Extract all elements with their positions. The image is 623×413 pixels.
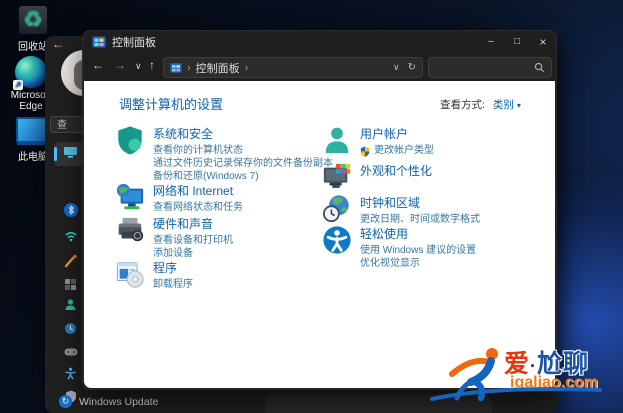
category-title-clock-region[interactable]: 时钟和区域 xyxy=(360,194,480,211)
search-box[interactable] xyxy=(428,57,552,78)
breadcrumb-control-panel-icon xyxy=(170,62,182,73)
personalization-brush-icon[interactable] xyxy=(63,253,78,268)
category-programs: 程序 卸载程序 xyxy=(115,259,193,291)
view-by-caret-icon: ▾ xyxy=(516,101,521,110)
control-panel-content: 调整计算机的设置 查看方式: 类别 ▾ 系统和安全 查看你的计算机状态 通过文件历… xyxy=(84,81,555,388)
windows-update-icon: ↻ xyxy=(59,395,72,408)
shortcut-arrow-icon: ↗ xyxy=(13,80,23,90)
task-link[interactable]: 通过文件历史记录保存你的文件备份副本 xyxy=(153,158,333,170)
ease-of-access-icon xyxy=(322,225,352,255)
refresh-icon[interactable]: ↻ xyxy=(408,62,416,73)
personalization-monitor-icon xyxy=(322,162,352,192)
uac-shield-icon xyxy=(360,146,370,157)
back-button[interactable]: ← xyxy=(92,58,104,72)
settings-nav-windows-update[interactable]: ↻ Windows Update xyxy=(59,395,158,408)
task-link[interactable]: 使用 Windows 建议的设置 xyxy=(360,245,476,257)
category-appearance-personalization: 外观和个性化 xyxy=(322,162,432,192)
page-title: 调整计算机的设置 xyxy=(119,97,224,112)
desktop: ♻ 回收站 ↗ Microsoft Edge 此电脑 ← 查 ↻ Windows… xyxy=(0,0,623,413)
accounts-person-icon[interactable] xyxy=(63,297,78,312)
forward-button[interactable]: → xyxy=(114,58,126,72)
control-panel-search-input[interactable] xyxy=(435,61,534,74)
task-link[interactable]: 卸载程序 xyxy=(153,279,193,291)
title-bar: 控制面板 – □ × xyxy=(83,31,556,53)
category-network-internet: 网络和 Internet 查看网络状态和任务 xyxy=(115,182,243,214)
category-title-programs[interactable]: 程序 xyxy=(153,259,193,276)
category-ease-of-access: 轻松使用 使用 Windows 建议的设置 优化视觉显示 xyxy=(322,225,476,270)
programs-disc-icon xyxy=(115,259,145,289)
windows-update-label: Windows Update xyxy=(79,395,159,408)
crumb-chevron-icon[interactable]: › xyxy=(245,62,249,74)
clock-globe-icon xyxy=(322,194,352,224)
category-title-network[interactable]: 网络和 Internet xyxy=(153,182,243,199)
apps-grid-icon[interactable] xyxy=(63,277,78,292)
task-link[interactable]: 查看设备和打印机 xyxy=(153,235,233,247)
gaming-gamepad-icon[interactable] xyxy=(63,344,78,359)
category-user-accounts: 用户帐户 更改帐户类型 xyxy=(322,125,434,157)
control-panel-window: 控制面板 – □ × ← → ∨ ↑ › 控制面板 › ∨ ↻ 调整计算机的设置… xyxy=(82,30,557,390)
accessibility-person-icon[interactable] xyxy=(63,366,78,381)
view-by-control: 查看方式: 类别 ▾ xyxy=(440,97,521,112)
user-accounts-person-icon xyxy=(322,125,352,155)
category-title-ease-of-access[interactable]: 轻松使用 xyxy=(360,225,476,242)
window-title: 控制面板 xyxy=(112,37,156,49)
address-dropdown-chevron-icon[interactable]: ∨ xyxy=(393,62,400,73)
printer-icon xyxy=(115,215,145,245)
up-button[interactable]: ↑ xyxy=(149,58,155,72)
task-link[interactable]: 查看网络状态和任务 xyxy=(153,202,243,214)
control-panel-app-icon xyxy=(92,36,106,48)
view-by-label: 查看方式: xyxy=(440,99,485,111)
category-title-system-security[interactable]: 系统和安全 xyxy=(153,125,333,142)
breadcrumb-control-panel[interactable]: 控制面板 xyxy=(196,60,240,76)
close-button[interactable]: × xyxy=(530,31,556,53)
category-title-user-accounts[interactable]: 用户帐户 xyxy=(360,125,434,142)
recent-pages-chevron-icon[interactable]: ∨ xyxy=(135,61,142,72)
category-hardware-sound: 硬件和声音 查看设备和打印机 添加设备 xyxy=(115,215,233,260)
navigation-toolbar: ← → ∨ ↑ › 控制面板 › ∨ ↻ xyxy=(83,53,556,81)
system-monitor-icon[interactable] xyxy=(63,145,78,160)
crumb-chevron-icon: › xyxy=(187,61,191,74)
network-globe-monitor-icon xyxy=(115,182,145,212)
time-language-clock-icon[interactable] xyxy=(63,321,78,336)
wifi-icon[interactable] xyxy=(63,228,78,243)
category-title-appearance[interactable]: 外观和个性化 xyxy=(360,162,432,179)
view-by-value-link[interactable]: 类别 ▾ xyxy=(493,99,521,111)
settings-back-icon[interactable]: ← xyxy=(52,37,64,51)
minimize-button[interactable]: – xyxy=(478,31,504,53)
recycle-bin-icon: ♻ xyxy=(19,6,47,34)
task-link[interactable]: 查看你的计算机状态 xyxy=(153,145,333,157)
task-link-change-account-type[interactable]: 更改帐户类型 xyxy=(360,145,434,157)
task-link[interactable]: 优化视觉显示 xyxy=(360,258,476,270)
settings-nav-accent-bar xyxy=(54,147,57,161)
category-system-and-security: 系统和安全 查看你的计算机状态 通过文件历史记录保存你的文件备份副本 备份和还原… xyxy=(115,125,333,183)
settings-content-panel xyxy=(265,394,492,413)
category-title-hardware[interactable]: 硬件和声音 xyxy=(153,215,233,232)
address-bar[interactable]: › 控制面板 › ∨ ↻ xyxy=(163,57,423,78)
category-clock-region: 时钟和区域 更改日期、时间或数字格式 xyxy=(322,194,480,226)
bluetooth-icon[interactable] xyxy=(63,202,78,217)
search-icon[interactable] xyxy=(534,62,545,73)
maximize-button[interactable]: □ xyxy=(504,31,530,53)
security-shield-icon xyxy=(115,125,145,155)
